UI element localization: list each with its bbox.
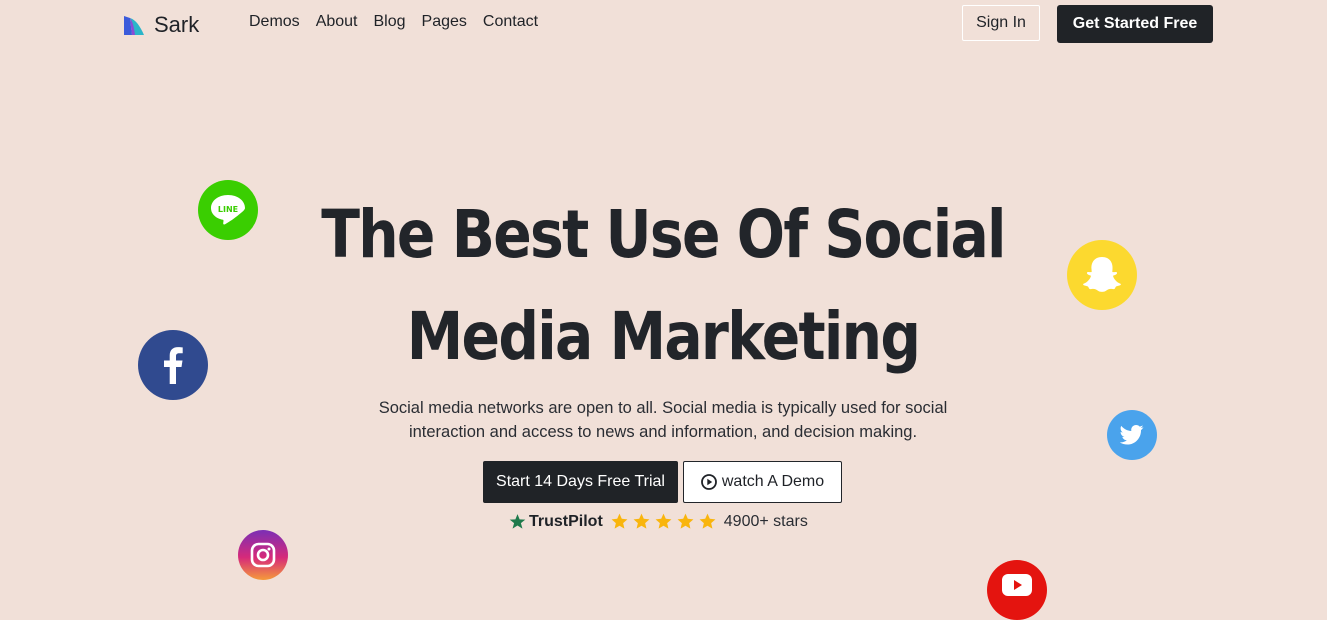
facebook-icon <box>138 330 208 400</box>
instagram-icon <box>238 530 288 580</box>
nav-link-pages[interactable]: Pages <box>422 13 467 31</box>
line-icon: LINE <box>198 180 258 240</box>
hero-title-line2: Media Marketing <box>406 298 921 375</box>
trustpilot-count: 4900+ stars <box>723 512 808 530</box>
hero-subtitle: Social media networks are open to all. S… <box>333 396 993 444</box>
main-menu: Demos About Blog Pages Contact <box>249 13 538 31</box>
facebook-f-glyph <box>164 347 183 384</box>
play-circle-icon <box>700 474 717 490</box>
trustpilot-star-icon <box>509 514 526 529</box>
sign-in-button[interactable]: Sign In <box>962 5 1040 41</box>
hero-title-line1: The Best Use Of Social <box>321 196 1006 273</box>
star-icon <box>655 513 672 529</box>
instagram-glyph <box>250 542 276 568</box>
nav-link-blog[interactable]: Blog <box>374 13 406 31</box>
cta-row: Start 14 Days Free Trial watch A Demo <box>483 461 842 503</box>
watch-demo-label: watch A Demo <box>721 473 825 490</box>
watch-demo-button[interactable]: watch A Demo <box>683 461 842 503</box>
twitter-bird-glyph <box>1120 425 1144 445</box>
hero-subtitle-line2: interaction and access to news and infor… <box>408 423 918 441</box>
twitter-icon <box>1107 410 1157 460</box>
nav-link-contact[interactable]: Contact <box>483 13 538 31</box>
snapchat-icon <box>1067 240 1137 310</box>
star-icon <box>611 513 628 529</box>
snapchat-ghost-glyph <box>1083 257 1121 292</box>
youtube-icon <box>987 560 1047 620</box>
star-icon <box>633 513 650 529</box>
star-rating <box>610 512 717 531</box>
sark-logo-icon <box>124 16 144 35</box>
trustpilot-rating: TrustPilot 4900+ stars <box>509 512 808 531</box>
star-icon <box>677 513 694 529</box>
get-started-button[interactable]: Get Started Free <box>1057 5 1213 43</box>
hero-subtitle-line1: Social media networks are open to all. S… <box>378 399 948 417</box>
line-bubble-glyph: LINE <box>211 195 245 225</box>
star-icon <box>699 513 716 529</box>
nav-link-demos[interactable]: Demos <box>249 13 300 31</box>
brand-name: Sark <box>154 12 200 37</box>
trustpilot-name: TrustPilot <box>529 512 603 530</box>
youtube-play-glyph <box>1002 574 1032 596</box>
hero-title: The Best Use Of Social Media Marketing <box>319 184 1007 388</box>
navbar: Sark Demos About Blog Pages Contact Sign… <box>0 0 1327 48</box>
line-label: LINE <box>218 205 238 214</box>
start-trial-button[interactable]: Start 14 Days Free Trial <box>483 461 678 503</box>
nav-link-about[interactable]: About <box>316 13 358 31</box>
brand-logo[interactable]: Sark <box>122 12 199 38</box>
